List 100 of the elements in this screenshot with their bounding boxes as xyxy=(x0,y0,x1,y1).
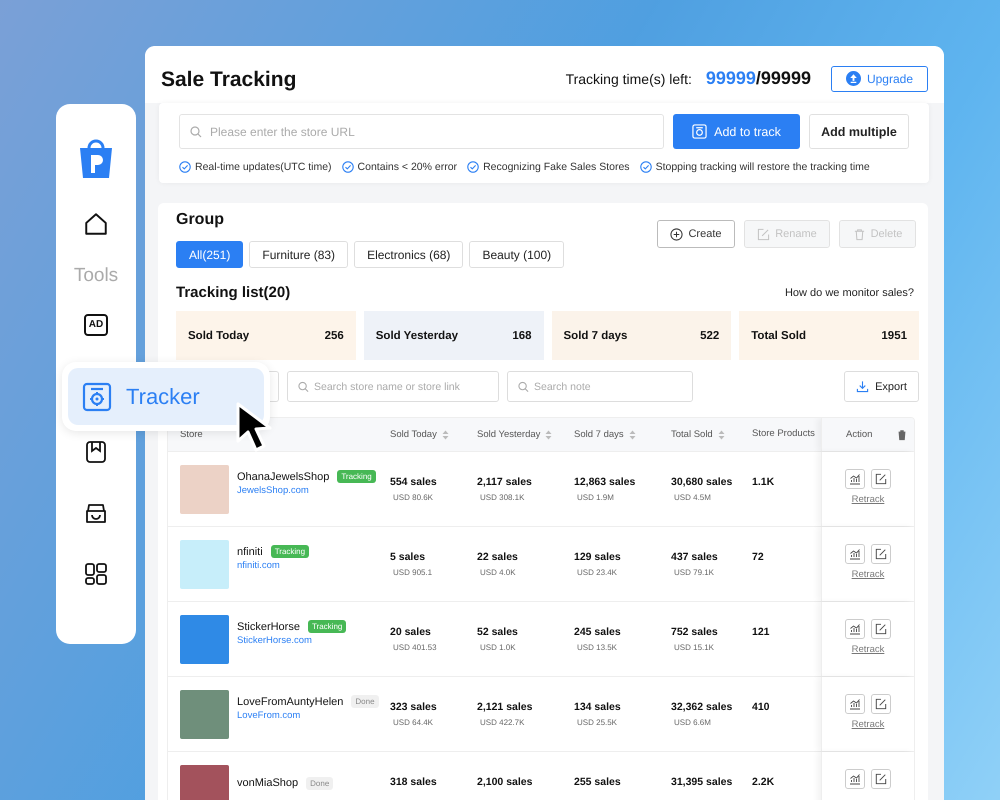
sales-count: 32,362 sales xyxy=(671,701,732,713)
retrack-link[interactable]: Retrack xyxy=(852,569,884,580)
edit-button[interactable] xyxy=(871,694,891,714)
bookmark-icon[interactable] xyxy=(84,440,108,464)
store-link[interactable]: nfiniti.com xyxy=(237,560,310,571)
ad-icon[interactable]: AD xyxy=(84,314,108,336)
help-link[interactable]: How do we monitor sales? xyxy=(784,286,914,298)
group-tab[interactable]: Beauty (100) xyxy=(469,241,564,268)
upgrade-button[interactable]: Upgrade xyxy=(830,66,928,92)
sales-amount: USD 308.1K xyxy=(479,493,524,502)
shopping-bag-logo-icon xyxy=(77,139,115,179)
status-badge: Tracking xyxy=(308,620,346,633)
status-badge: Tracking xyxy=(270,545,310,558)
sales-amount: USD 1.9M xyxy=(576,493,614,502)
store-name: vonMiaShop xyxy=(237,777,298,789)
add-multiple-button[interactable]: Add multiple xyxy=(809,114,909,149)
retrack-link[interactable]: Retrack xyxy=(852,494,884,505)
product-count: 72 xyxy=(752,551,764,563)
product-count: 2.2K xyxy=(752,776,774,788)
store-logo-placeholder xyxy=(180,614,229,664)
tracker-menu-item[interactable]: Tracker xyxy=(68,368,264,425)
bar-chart-icon xyxy=(849,623,861,635)
group-tab[interactable]: Furniture (83) xyxy=(249,241,348,268)
store-name: nfiniti xyxy=(237,546,263,558)
stat-value: 168 xyxy=(512,330,532,342)
edit-icon xyxy=(875,773,887,785)
store-url-field[interactable]: Please enter the store URL xyxy=(179,114,664,149)
group-tab[interactable]: Electronics (68) xyxy=(354,241,464,268)
stat-value: 1951 xyxy=(881,330,907,342)
trash-icon[interactable] xyxy=(896,428,908,440)
retrack-link[interactable]: Retrack xyxy=(852,719,884,730)
sales-count: 318 sales xyxy=(390,776,437,788)
bar-chart-icon xyxy=(849,773,861,785)
store-search-field[interactable]: Search store name or store link xyxy=(287,371,499,402)
edit-icon xyxy=(757,228,770,240)
group-tab[interactable]: All(251) xyxy=(176,241,244,268)
check-circle-icon xyxy=(179,161,191,173)
trash-icon xyxy=(852,228,866,240)
column-header: Action xyxy=(846,429,872,440)
sales-amount: USD 64.4K xyxy=(392,718,434,727)
store-link[interactable]: StickerHorse.com xyxy=(237,635,346,646)
column-header: Sold Yesterday xyxy=(477,429,540,440)
edit-icon xyxy=(875,473,887,485)
retrack-link[interactable]: Retrack xyxy=(852,644,884,655)
chart-button[interactable] xyxy=(845,694,865,714)
edit-icon xyxy=(875,623,887,635)
create-button[interactable]: Create xyxy=(657,220,735,248)
page-title: Sale Tracking xyxy=(161,68,296,92)
edit-button[interactable] xyxy=(871,769,891,789)
column-header: Total Sold xyxy=(671,429,713,440)
chart-button[interactable] xyxy=(845,619,865,639)
product-count: 1.1K xyxy=(752,476,774,488)
sales-count: 245 sales xyxy=(574,626,621,638)
home-icon[interactable] xyxy=(83,211,109,237)
store-icon[interactable] xyxy=(84,502,108,526)
add-to-track-button[interactable]: Add to track xyxy=(673,114,800,149)
store-link[interactable]: LoveFrom.com xyxy=(237,710,379,721)
store-logo-placeholder xyxy=(180,464,229,514)
tracker-icon xyxy=(82,382,112,412)
edit-button[interactable] xyxy=(871,619,891,639)
sales-count: 323 sales xyxy=(390,701,437,713)
edit-button[interactable] xyxy=(871,544,891,564)
stat-label: Sold 7 days xyxy=(564,330,628,342)
sales-amount: USD 80.6K xyxy=(392,493,434,502)
sales-count: 30,680 sales xyxy=(671,476,732,488)
sales-count: 2,100 sales xyxy=(477,776,532,788)
chart-button[interactable] xyxy=(845,469,865,489)
sales-count: 12,863 sales xyxy=(574,476,636,488)
check-circle-icon xyxy=(342,161,354,173)
group-title: Group xyxy=(176,211,225,229)
search-icon xyxy=(190,126,202,138)
sales-amount: USD 4.0K xyxy=(479,568,516,577)
sales-amount: USD 15.1K xyxy=(673,643,714,652)
sales-count: 5 sales xyxy=(390,551,426,563)
status-badge: Done xyxy=(306,776,334,790)
store-name: LoveFromAuntyHelen xyxy=(237,696,344,708)
edit-icon xyxy=(875,698,887,710)
store-logo-placeholder xyxy=(180,540,229,588)
check-circle-icon xyxy=(640,161,652,173)
sales-amount: USD 25.5K xyxy=(576,718,618,727)
sales-count: 20 sales xyxy=(390,626,431,638)
sales-count: 31,395 sales xyxy=(671,776,732,788)
note-search-field[interactable]: Search note xyxy=(507,371,693,402)
search-icon xyxy=(518,381,529,392)
sales-count: 2,117 sales xyxy=(477,476,532,488)
sales-amount: USD 422.7K xyxy=(479,718,524,727)
chart-button[interactable] xyxy=(845,544,865,564)
chart-button[interactable] xyxy=(845,769,865,789)
sales-count: 129 sales xyxy=(574,551,621,563)
bar-chart-icon xyxy=(849,473,861,485)
export-button[interactable]: Export xyxy=(844,371,919,402)
store-link[interactable]: JewelsShop.com xyxy=(237,485,376,496)
quota-count: 99999/99999 xyxy=(706,68,811,89)
store-name: OhanaJewelsShop xyxy=(237,470,330,482)
stat-label: Total Sold xyxy=(751,330,806,342)
sales-count: 554 sales xyxy=(390,476,437,488)
tracking-list-title: Tracking list(20) xyxy=(176,284,290,301)
edit-button[interactable] xyxy=(871,469,891,489)
status-badge: Tracking xyxy=(337,470,376,483)
dashboard-icon[interactable] xyxy=(84,562,108,586)
